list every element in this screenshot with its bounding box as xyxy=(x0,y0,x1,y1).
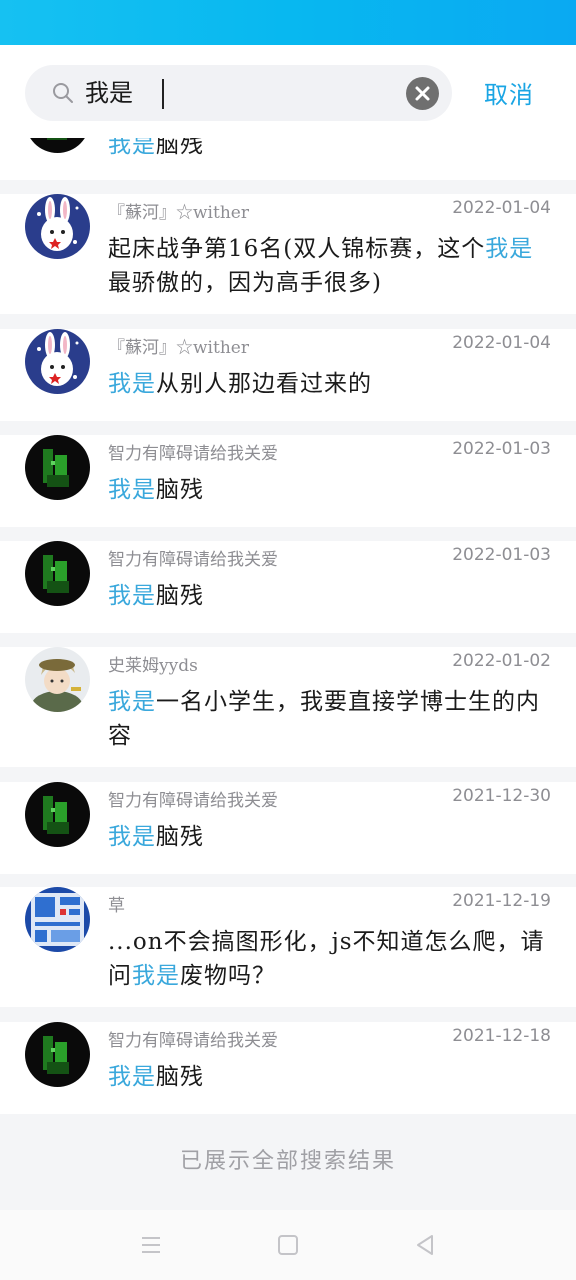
avatar[interactable] xyxy=(25,887,90,952)
avatar[interactable] xyxy=(25,194,90,259)
clear-circle-icon xyxy=(415,86,430,101)
search-input[interactable] xyxy=(85,75,395,111)
result-content: 我是脑残 xyxy=(108,583,204,609)
avatar[interactable] xyxy=(25,541,90,606)
username[interactable]: 智力有障碍请给我关爱 xyxy=(108,1026,278,1051)
result-content: 我是脑残 xyxy=(108,824,204,850)
avatar[interactable] xyxy=(25,1022,90,1087)
search-box[interactable] xyxy=(25,65,452,121)
result-content: 我是从别人那边看过来的 xyxy=(108,371,372,397)
username[interactable]: 智力有障碍请给我关爱 xyxy=(108,786,278,811)
menu-icon[interactable] xyxy=(136,1230,166,1260)
result-content: 我是脑残 xyxy=(108,477,204,503)
result-card[interactable]: 智力有障碍请给我关爱 2021-12-18 我是脑残 xyxy=(0,1022,576,1114)
result-content: ...on不会搞图形化，js不知道怎么爬，请问我是废物吗？ xyxy=(108,929,545,989)
post-date: 2021-12-18 xyxy=(452,1026,551,1046)
post-date: 2022-01-03 xyxy=(452,545,551,565)
username[interactable]: 草 xyxy=(108,891,125,916)
result-card[interactable]: 史莱姆yyds 2022-01-02 我是一名小学生，我要直接学博士生的内容 xyxy=(0,647,576,767)
result-card[interactable]: 智力有障碍请给我关爱 2022-01-03 我是脑残 xyxy=(0,541,576,633)
result-card[interactable]: 『蘇河』☆wither 2022-01-04 起床战争第16名(双人锦标赛，这个… xyxy=(0,194,576,314)
end-of-results-text: 已展示全部搜索结果 xyxy=(179,1149,396,1174)
username[interactable]: 『蘇河』☆wither xyxy=(108,198,249,223)
avatar[interactable] xyxy=(25,782,90,847)
post-date: 2022-01-02 xyxy=(452,651,551,671)
avatar[interactable] xyxy=(25,435,90,500)
result-content: 起床战争第16名(双人锦标赛，这个我是最骄傲的，因为高手很多) xyxy=(108,236,534,296)
username[interactable]: 智力有障碍请给我关爱 xyxy=(108,545,278,570)
result-card[interactable]: 智力有障碍请给我关爱 2021-12-30 我是脑残 xyxy=(0,782,576,874)
result-content: 我是一名小学生，我要直接学博士生的内容 xyxy=(108,689,540,749)
search-results-list[interactable]: 我是脑残 『蘇河』☆wither 2022-01-04 起床战争第16名(双人锦… xyxy=(0,0,576,1210)
avatar[interactable] xyxy=(25,647,90,712)
cancel-button[interactable]: 取消 xyxy=(484,75,534,110)
post-date: 2022-01-03 xyxy=(452,439,551,459)
result-card[interactable]: 『蘇河』☆wither 2022-01-04 我是从别人那边看过来的 xyxy=(0,329,576,421)
post-date: 2022-01-04 xyxy=(452,198,551,218)
clear-search-button[interactable] xyxy=(406,77,439,110)
result-card[interactable]: 智力有障碍请给我关爱 2022-01-03 我是脑残 xyxy=(0,435,576,527)
username[interactable]: 智力有障碍请给我关爱 xyxy=(108,439,278,464)
post-date: 2021-12-30 xyxy=(452,786,551,806)
username[interactable]: 『蘇河』☆wither xyxy=(108,333,249,358)
username[interactable]: 史莱姆yyds xyxy=(108,651,198,676)
result-card[interactable]: 草 2021-12-19 ...on不会搞图形化，js不知道怎么爬，请问我是废物… xyxy=(0,887,576,1007)
avatar[interactable] xyxy=(25,329,90,394)
post-date: 2022-01-04 xyxy=(452,333,551,353)
text-caret xyxy=(162,79,164,109)
square-icon[interactable] xyxy=(273,1230,303,1260)
system-nav-bar xyxy=(0,1210,576,1280)
back-triangle-icon[interactable] xyxy=(410,1230,440,1260)
search-header: 取消 xyxy=(0,45,576,138)
search-icon xyxy=(51,81,75,105)
result-content: 我是脑残 xyxy=(108,1064,204,1090)
post-date: 2021-12-19 xyxy=(452,891,551,911)
